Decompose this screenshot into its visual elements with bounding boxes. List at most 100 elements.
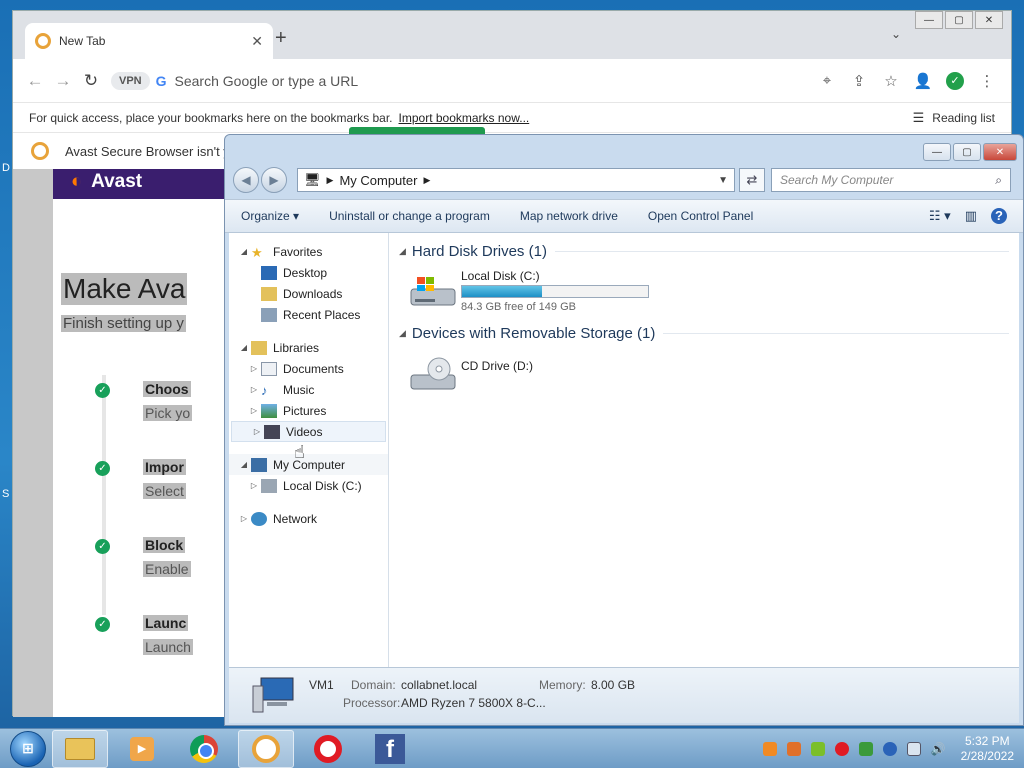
desktop-icon [261,265,277,280]
collapse-arrow-icon[interactable]: ▷ [247,364,261,373]
taskbar-avast-browser[interactable] [238,729,294,768]
nav-local-disk-c[interactable]: ▷ Local Disk (C:) [229,475,388,496]
close-button[interactable]: ✕ [975,11,1003,29]
organize-button[interactable]: Organize ▾ [241,209,299,223]
network-icon [251,511,267,526]
close-button[interactable]: ✕ [983,143,1017,161]
omnibox-placeholder[interactable]: Search Google or type a URL [175,73,811,89]
shield-icon[interactable]: ✓ [946,71,964,90]
view-controls: ☷ ▾ ▥ ? [915,208,1007,224]
forward-arrow-icon[interactable]: → [49,71,77,91]
collapse-arrow-icon[interactable]: ▷ [237,514,251,523]
share-icon[interactable]: ⇪ [843,72,875,90]
search-icon[interactable]: ⌕ [995,173,1002,188]
command-bar: Organize ▾ Uninstall or change a program… [225,199,1023,233]
minimize-button[interactable]: — [915,11,943,29]
maximize-button[interactable]: ▢ [945,11,973,29]
vpn-button[interactable]: VPN [111,71,150,90]
tab-new-tab[interactable]: New Tab ✕ [25,23,273,59]
group-removable-storage[interactable]: ◢ Devices with Removable Storage (1) [399,321,1009,345]
nav-my-computer[interactable]: ◢ My Computer [229,454,388,475]
back-button[interactable]: ◀ [233,167,259,193]
collapse-arrow-icon[interactable]: ▷ [247,481,261,490]
collapse-arrow-icon[interactable]: ◢ [399,246,406,257]
computer-name: VM1 [309,678,334,692]
breadcrumb-separator[interactable]: ▶ [327,175,334,186]
chevron-down-icon[interactable]: ▼ [718,175,728,186]
drive-local-disk-c[interactable]: Local Disk (C:) 84.3 GB free of 149 GB [399,263,1009,321]
preview-pane-icon[interactable]: ▥ [965,208,977,224]
google-icon: G [155,72,167,89]
update-tray-icon[interactable] [810,741,825,756]
maximize-button[interactable]: ▢ [953,143,981,161]
expand-arrow-icon[interactable]: ◢ [237,460,251,469]
reading-list-button[interactable]: ☰ Reading list [913,110,995,126]
nav-downloads[interactable]: Downloads [229,283,388,304]
check-icon: ✓ [95,617,110,632]
help-icon[interactable]: ? [991,208,1007,224]
close-icon[interactable]: ✕ [251,33,263,50]
omnibox[interactable]: G Search Google or type a URL [156,65,811,97]
nav-videos[interactable]: ▷ Videos [231,421,386,442]
recorder-tray-icon[interactable] [786,741,801,756]
explorer-titlebar[interactable]: — ▢ ✕ [225,135,1023,165]
star-icon[interactable]: ☆ [875,72,907,90]
taskbar-facebook[interactable]: f [362,730,418,768]
expand-arrow-icon[interactable]: ◢ [237,247,251,256]
nav-pictures[interactable]: ▷ Pictures [229,400,388,421]
explorer-body: ◢ ★ Favorites Desktop Downloads Recent P… [229,233,1019,667]
collapse-arrow-icon[interactable]: ▷ [250,427,264,436]
forward-button[interactable]: ▶ [261,167,287,193]
collapse-arrow-icon[interactable]: ▷ [247,385,261,394]
drive-cd-d[interactable]: CD Drive (D:) [399,345,1009,403]
menu-dots-icon[interactable]: ⋮ [971,72,1003,90]
opera-tray-icon[interactable] [834,741,849,756]
memory-label: Memory: [539,678,586,692]
view-options-icon[interactable]: ☷ ▾ [929,208,951,224]
collapse-arrow-icon[interactable]: ◢ [399,328,406,339]
new-tab-button[interactable]: + [275,27,287,50]
open-control-panel-button[interactable]: Open Control Panel [648,209,753,223]
system-clock[interactable]: 5:32 PM 2/28/2022 [961,734,1014,764]
taskbar-media-player[interactable]: ▶ [114,730,170,768]
nav-network[interactable]: ▷ Network [229,508,388,529]
nav-libraries[interactable]: ◢ Libraries [229,337,388,358]
reload-icon[interactable]: ↻ [77,71,105,91]
nav-music[interactable]: ▷ ♪ Music [229,379,388,400]
taskbar-explorer[interactable] [52,729,108,768]
step-title: Block [143,537,186,553]
avast-brand-icon: ◐ [71,171,83,192]
nav-favorites[interactable]: ◢ ★ Favorites [229,241,388,262]
taskbar-chrome[interactable] [176,730,232,768]
location-pin-icon[interactable]: ⌖ [811,72,843,89]
volume-icon[interactable]: 🔊 [931,742,946,756]
group-hard-disk-drives[interactable]: ◢ Hard Disk Drives (1) [399,239,1009,263]
nav-desktop[interactable]: Desktop [229,262,388,283]
collapse-arrow-icon[interactable]: ▷ [247,406,261,415]
group-title: Devices with Removable Storage (1) [411,324,656,342]
shield-tray-icon[interactable] [858,741,873,756]
step-title: Launc [143,615,189,631]
start-button[interactable]: ⊞ [10,730,46,767]
breadcrumb-my-computer[interactable]: My Computer [339,173,417,188]
network-tray-icon[interactable] [906,741,921,756]
profile-icon[interactable]: 👤 [907,72,939,90]
minimize-button[interactable]: — [923,143,951,161]
refresh-button[interactable]: ⇄ [739,168,765,192]
expand-arrow-icon[interactable]: ◢ [237,343,251,352]
avast-tray-icon[interactable] [762,741,777,756]
address-bar[interactable]: 🖥 ▶ My Computer ▶ ▼ [297,168,735,192]
search-input[interactable]: Search My Computer ⌕ [771,168,1011,192]
breadcrumb-separator[interactable]: ▶ [423,175,430,186]
settings-tray-icon[interactable] [882,741,897,756]
search-placeholder: Search My Computer [780,173,894,187]
import-bookmarks-link[interactable]: Import bookmarks now... [399,111,530,125]
nav-documents[interactable]: ▷ Documents [229,358,388,379]
nav-recent-places[interactable]: Recent Places [229,304,388,325]
nav-label: Recent Places [283,307,361,322]
map-network-drive-button[interactable]: Map network drive [520,209,618,223]
uninstall-program-button[interactable]: Uninstall or change a program [329,209,490,223]
taskbar-opera[interactable] [300,730,356,768]
chevron-down-icon[interactable]: ⌄ [891,27,901,41]
back-arrow-icon[interactable]: ← [21,71,49,91]
